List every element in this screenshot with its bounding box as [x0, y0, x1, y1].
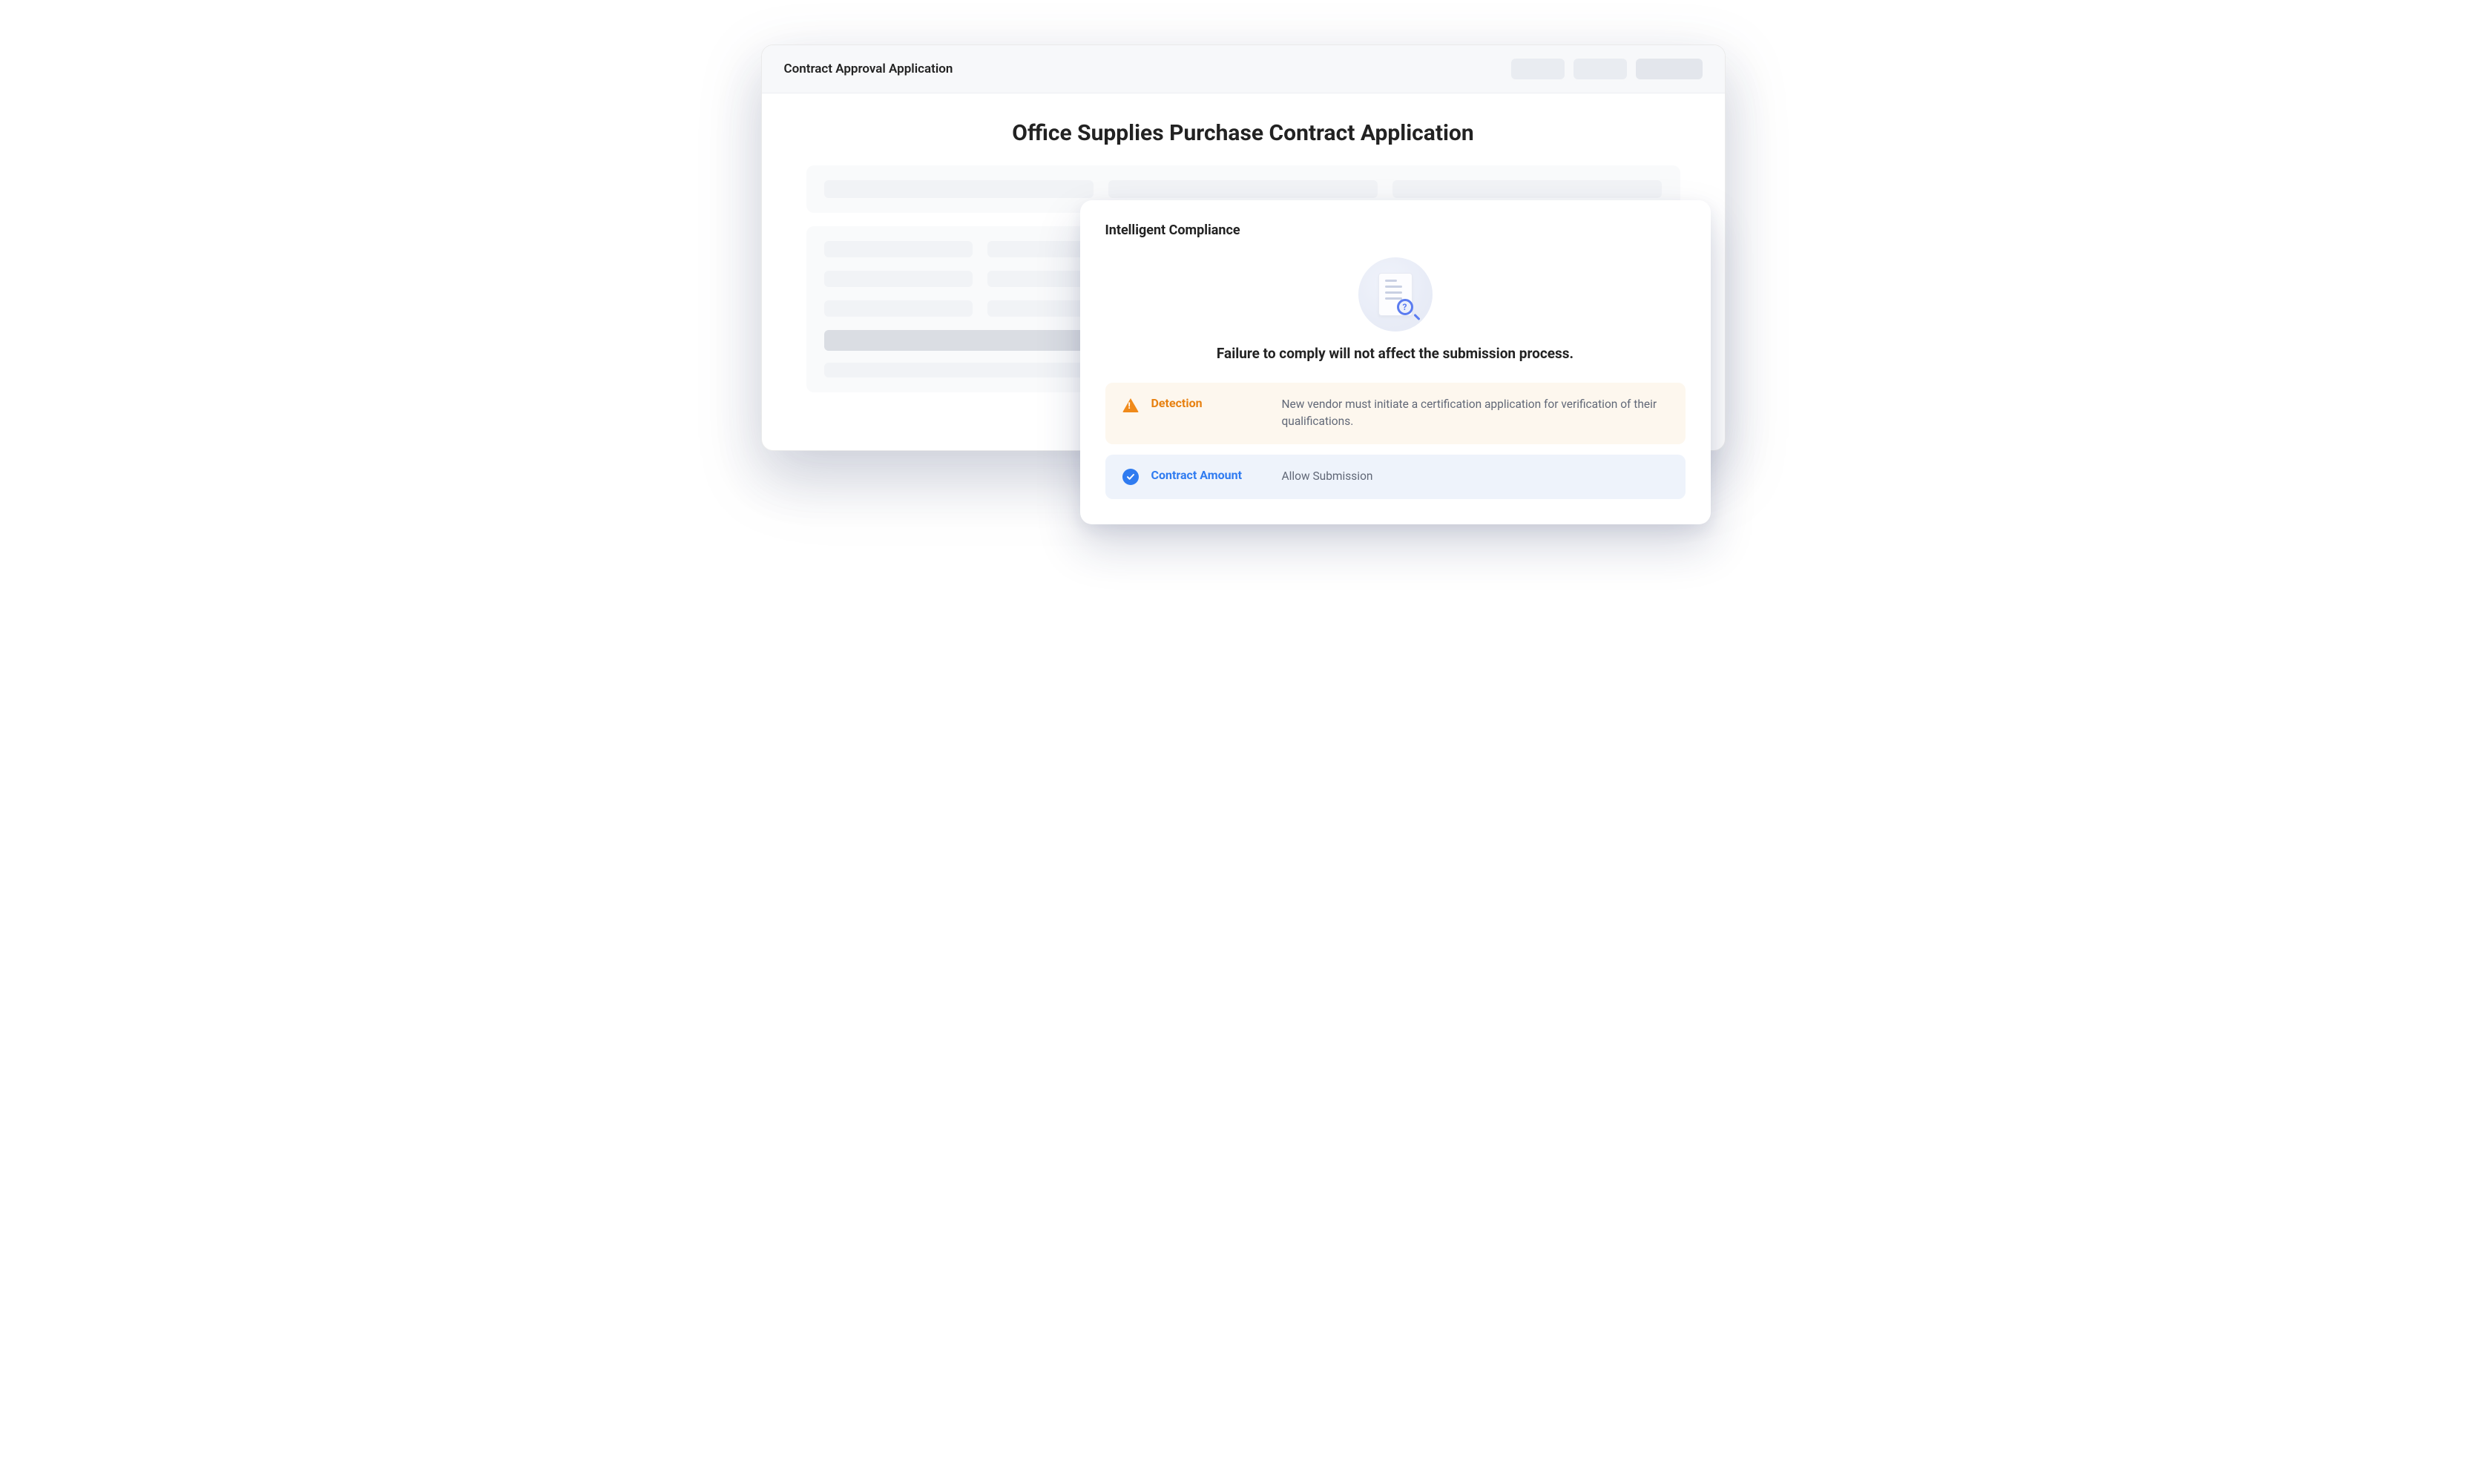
compliance-illustration: ?: [1105, 257, 1686, 332]
titlebar-button-placeholder[interactable]: [1574, 59, 1627, 79]
magnifier-question-icon: ?: [1397, 299, 1418, 320]
warning-triangle-icon: [1122, 396, 1140, 414]
compliance-panel: Intelligent Compliance ? Failure to comp…: [1080, 200, 1711, 524]
field-placeholder: [824, 180, 1094, 198]
titlebar-actions: [1511, 59, 1703, 79]
compliance-result-label: Contract Amount: [1151, 468, 1270, 482]
titlebar: Contract Approval Application: [762, 45, 1725, 93]
compliance-result-text: Allow Submission: [1282, 468, 1669, 485]
compliance-result-detection: Detection New vendor must initiate a cer…: [1105, 383, 1686, 444]
compliance-result-label: Detection: [1151, 396, 1270, 410]
field-label-placeholder: [824, 300, 973, 317]
compliance-title: Intelligent Compliance: [1105, 222, 1686, 238]
titlebar-button-placeholder[interactable]: [1511, 59, 1565, 79]
check-circle-icon: [1122, 468, 1140, 486]
compliance-message: Failure to comply will not affect the su…: [1105, 345, 1686, 362]
field-label-placeholder: [824, 271, 973, 287]
document-icon: ?: [1378, 273, 1413, 316]
compliance-result-contract-amount: Contract Amount Allow Submission: [1105, 455, 1686, 499]
titlebar-button-placeholder[interactable]: [1636, 59, 1703, 79]
page-title: Office Supplies Purchase Contract Applic…: [806, 120, 1680, 146]
field-placeholder: [1108, 180, 1378, 198]
field-label-placeholder: [824, 241, 973, 257]
compliance-result-text: New vendor must initiate a certification…: [1282, 396, 1669, 431]
app-title: Contract Approval Application: [784, 62, 953, 76]
field-placeholder: [1392, 180, 1662, 198]
